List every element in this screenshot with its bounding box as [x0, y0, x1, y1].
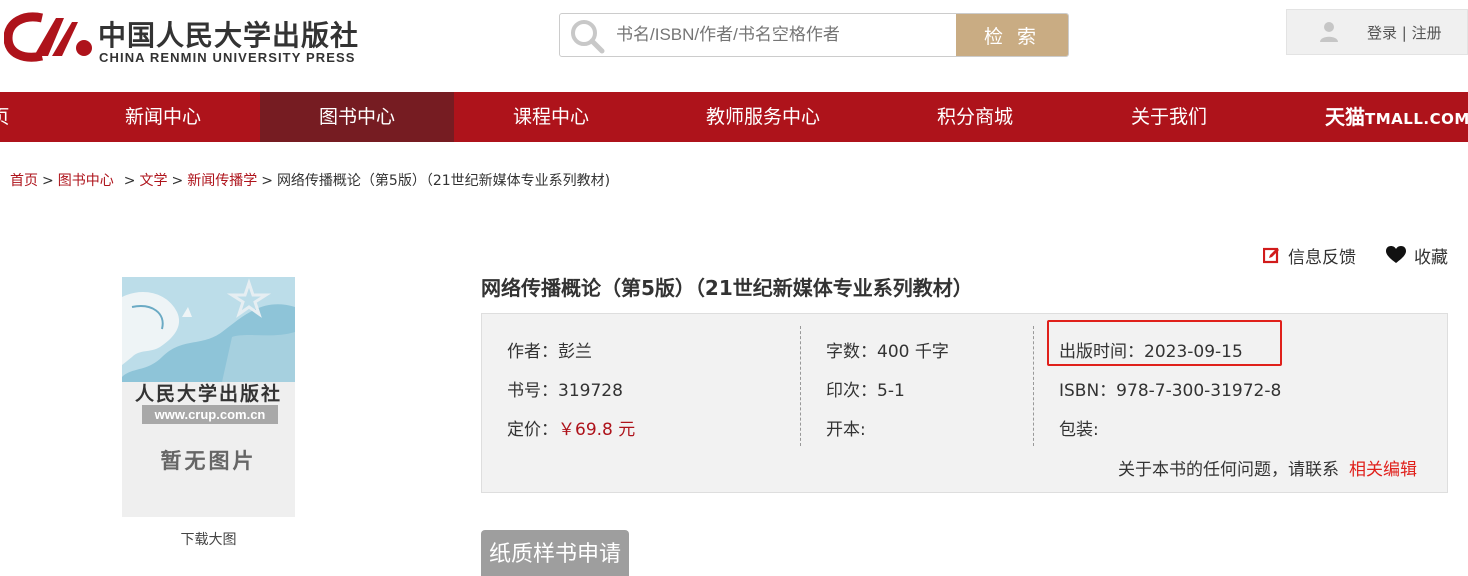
login-link[interactable]: 登录	[1367, 24, 1397, 42]
heart-icon	[1386, 246, 1406, 263]
register-link[interactable]: 注册	[1412, 24, 1442, 42]
price-value: ￥69.8 元	[558, 420, 636, 440]
breadcrumb-literature[interactable]: 文学	[139, 173, 167, 189]
search-input[interactable]	[612, 14, 956, 56]
login-separator: |	[1397, 23, 1412, 42]
cover-no-image-text: 暂无图片	[160, 448, 257, 473]
favorite-button[interactable]: 收藏	[1386, 244, 1448, 268]
format-field: 开本:	[826, 420, 866, 440]
download-large-image-link[interactable]: 下载大图	[122, 529, 295, 549]
logo-english-name: CHINA RENMIN UNIVERSITY PRESS	[99, 50, 356, 65]
contact-line: 关于本书的任何问题，请联系 相关编辑	[1118, 455, 1417, 480]
login-panel: 登录 | 注册	[1286, 9, 1468, 55]
column-divider	[1033, 326, 1034, 446]
nav-item-news[interactable]: 新闻中心	[66, 92, 260, 142]
nav-item-courses[interactable]: 课程中心	[454, 92, 648, 142]
nav-item-points-mall[interactable]: 积分商城	[878, 92, 1072, 142]
book-info-panel: 作者：彭兰 书号：319728 定价：￥69.8 元 字数：400 千字 印次：…	[481, 313, 1448, 493]
nav-item-books[interactable]: 图书中心	[260, 92, 454, 142]
tmall-en-label: TMALL.COM	[1365, 110, 1468, 128]
cover-art-image	[122, 277, 295, 382]
press-logo[interactable]: 中国人民大学出版社 CHINA RENMIN UNIVERSITY PRESS	[4, 8, 364, 65]
press-logo-icon	[4, 12, 92, 62]
price-field: 定价：￥69.8 元	[507, 415, 635, 440]
breadcrumb: 首页 > 图书中心 > 文学 > 新闻传播学 > 网络传播概论（第5版）（21世纪新媒体专业系列…	[10, 173, 611, 189]
price-label: 定价：	[507, 420, 558, 440]
request-sample-book-button[interactable]: 纸质样书申请	[481, 530, 629, 576]
feedback-button[interactable]: 信息反馈	[1263, 244, 1356, 268]
contact-text: 关于本书的任何问题，请联系	[1118, 460, 1339, 480]
nav-item-about[interactable]: 关于我们	[1072, 92, 1266, 142]
contact-editor-link[interactable]: 相关编辑	[1349, 460, 1417, 480]
tmall-cn-label: 天猫	[1325, 105, 1365, 129]
edit-icon	[1263, 247, 1279, 263]
word-count-field: 字数：400 千字	[826, 342, 949, 362]
user-icon	[1320, 22, 1338, 42]
nav-item-teacher-service[interactable]: 教师服务中心	[648, 92, 878, 142]
book-number-field: 书号：319728	[507, 381, 623, 401]
column-divider	[800, 326, 801, 446]
breadcrumb-home[interactable]: 首页	[10, 173, 38, 189]
binding-field: 包装:	[1059, 420, 1099, 440]
search-bar: 检 索	[559, 13, 1069, 57]
cover-press-name: 人民大学出版社	[134, 383, 282, 405]
feedback-label: 信息反馈	[1288, 247, 1356, 268]
main-nav: 页 新闻中心 图书中心 课程中心 教师服务中心 积分商城 关于我们 天猫TMAL…	[0, 92, 1468, 142]
cover-url: www.crup.com.cn	[142, 405, 278, 424]
author-field: 作者：彭兰	[507, 342, 592, 362]
breadcrumb-books[interactable]: 图书中心	[58, 173, 114, 189]
isbn-field: ISBN：978-7-300-31972-8	[1059, 381, 1282, 401]
favorite-label: 收藏	[1414, 247, 1448, 268]
logo-chinese-name: 中国人民大学出版社	[98, 19, 360, 52]
book-title: 网络传播概论（第5版）（21世纪新媒体专业系列教材）	[481, 276, 973, 300]
search-button[interactable]: 检 索	[956, 14, 1068, 56]
breadcrumb-current: 网络传播概论（第5版）（21世纪新媒体专业系列教材)	[276, 173, 611, 189]
tmall-link[interactable]: 天猫TMALL.COM	[1325, 92, 1468, 142]
breadcrumb-journalism[interactable]: 新闻传播学	[187, 173, 257, 189]
nav-item-home[interactable]: 页	[0, 92, 10, 142]
publish-date-field: 出版时间：2023-09-15	[1059, 342, 1243, 362]
book-cover-placeholder[interactable]: 人民大学出版社 www.crup.com.cn 暂无图片	[122, 277, 295, 517]
print-count-field: 印次：5-1	[826, 381, 905, 401]
search-icon	[560, 14, 612, 56]
